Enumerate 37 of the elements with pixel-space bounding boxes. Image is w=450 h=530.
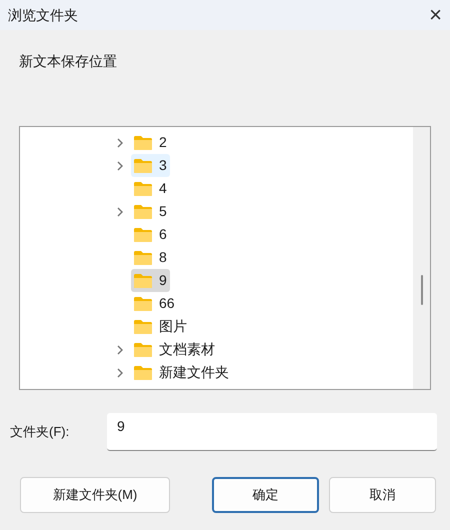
tree-item[interactable]: 5	[131, 200, 170, 223]
chevron-icon[interactable]	[116, 160, 124, 172]
chevron-icon[interactable]	[116, 366, 124, 378]
tree-item[interactable]: 新建文件夹	[131, 361, 232, 384]
close-button[interactable]: ×	[425, 4, 446, 26]
tree-item[interactable]: 9	[131, 269, 170, 292]
chevron-icon[interactable]	[116, 206, 124, 218]
folder-icon	[133, 180, 153, 196]
chevron-icon[interactable]	[116, 136, 124, 148]
chevron-icon[interactable]	[116, 344, 124, 356]
folder-icon	[133, 296, 153, 312]
tree-item[interactable]: 66	[131, 292, 178, 315]
tree-item[interactable]: 3	[131, 154, 170, 177]
tree-item[interactable]: 4	[131, 177, 170, 200]
tree-item[interactable]: 2	[131, 131, 170, 154]
dialog-button[interactable]: 取消	[329, 477, 436, 513]
scrollbar-thumb[interactable]	[420, 275, 422, 305]
folder-icon	[133, 226, 153, 242]
window-title: 浏览文件夹	[8, 6, 78, 24]
tree-item[interactable]: 6	[131, 223, 170, 246]
folder-icon	[133, 250, 153, 266]
scrollbar[interactable]	[413, 127, 430, 389]
dialog-button[interactable]: 确定	[212, 477, 319, 513]
folder-icon	[133, 204, 153, 220]
tree-item[interactable]: 文档素材	[131, 338, 218, 361]
dialog-button[interactable]: 新建文件夹(M)	[20, 477, 170, 513]
tree-item[interactable]: 图片	[131, 315, 190, 338]
folder-icon	[133, 158, 153, 174]
folder-icon	[133, 134, 153, 150]
prompt-text: 新文本保存位置	[19, 53, 117, 69]
folder-icon	[133, 342, 153, 358]
folder-icon	[133, 318, 153, 334]
folder-input[interactable]: 9	[107, 413, 437, 451]
folder-icon	[133, 364, 153, 380]
folder-icon	[133, 272, 153, 288]
tree-item[interactable]: 8	[131, 246, 170, 269]
folder-label: 文件夹(F):	[10, 423, 70, 442]
